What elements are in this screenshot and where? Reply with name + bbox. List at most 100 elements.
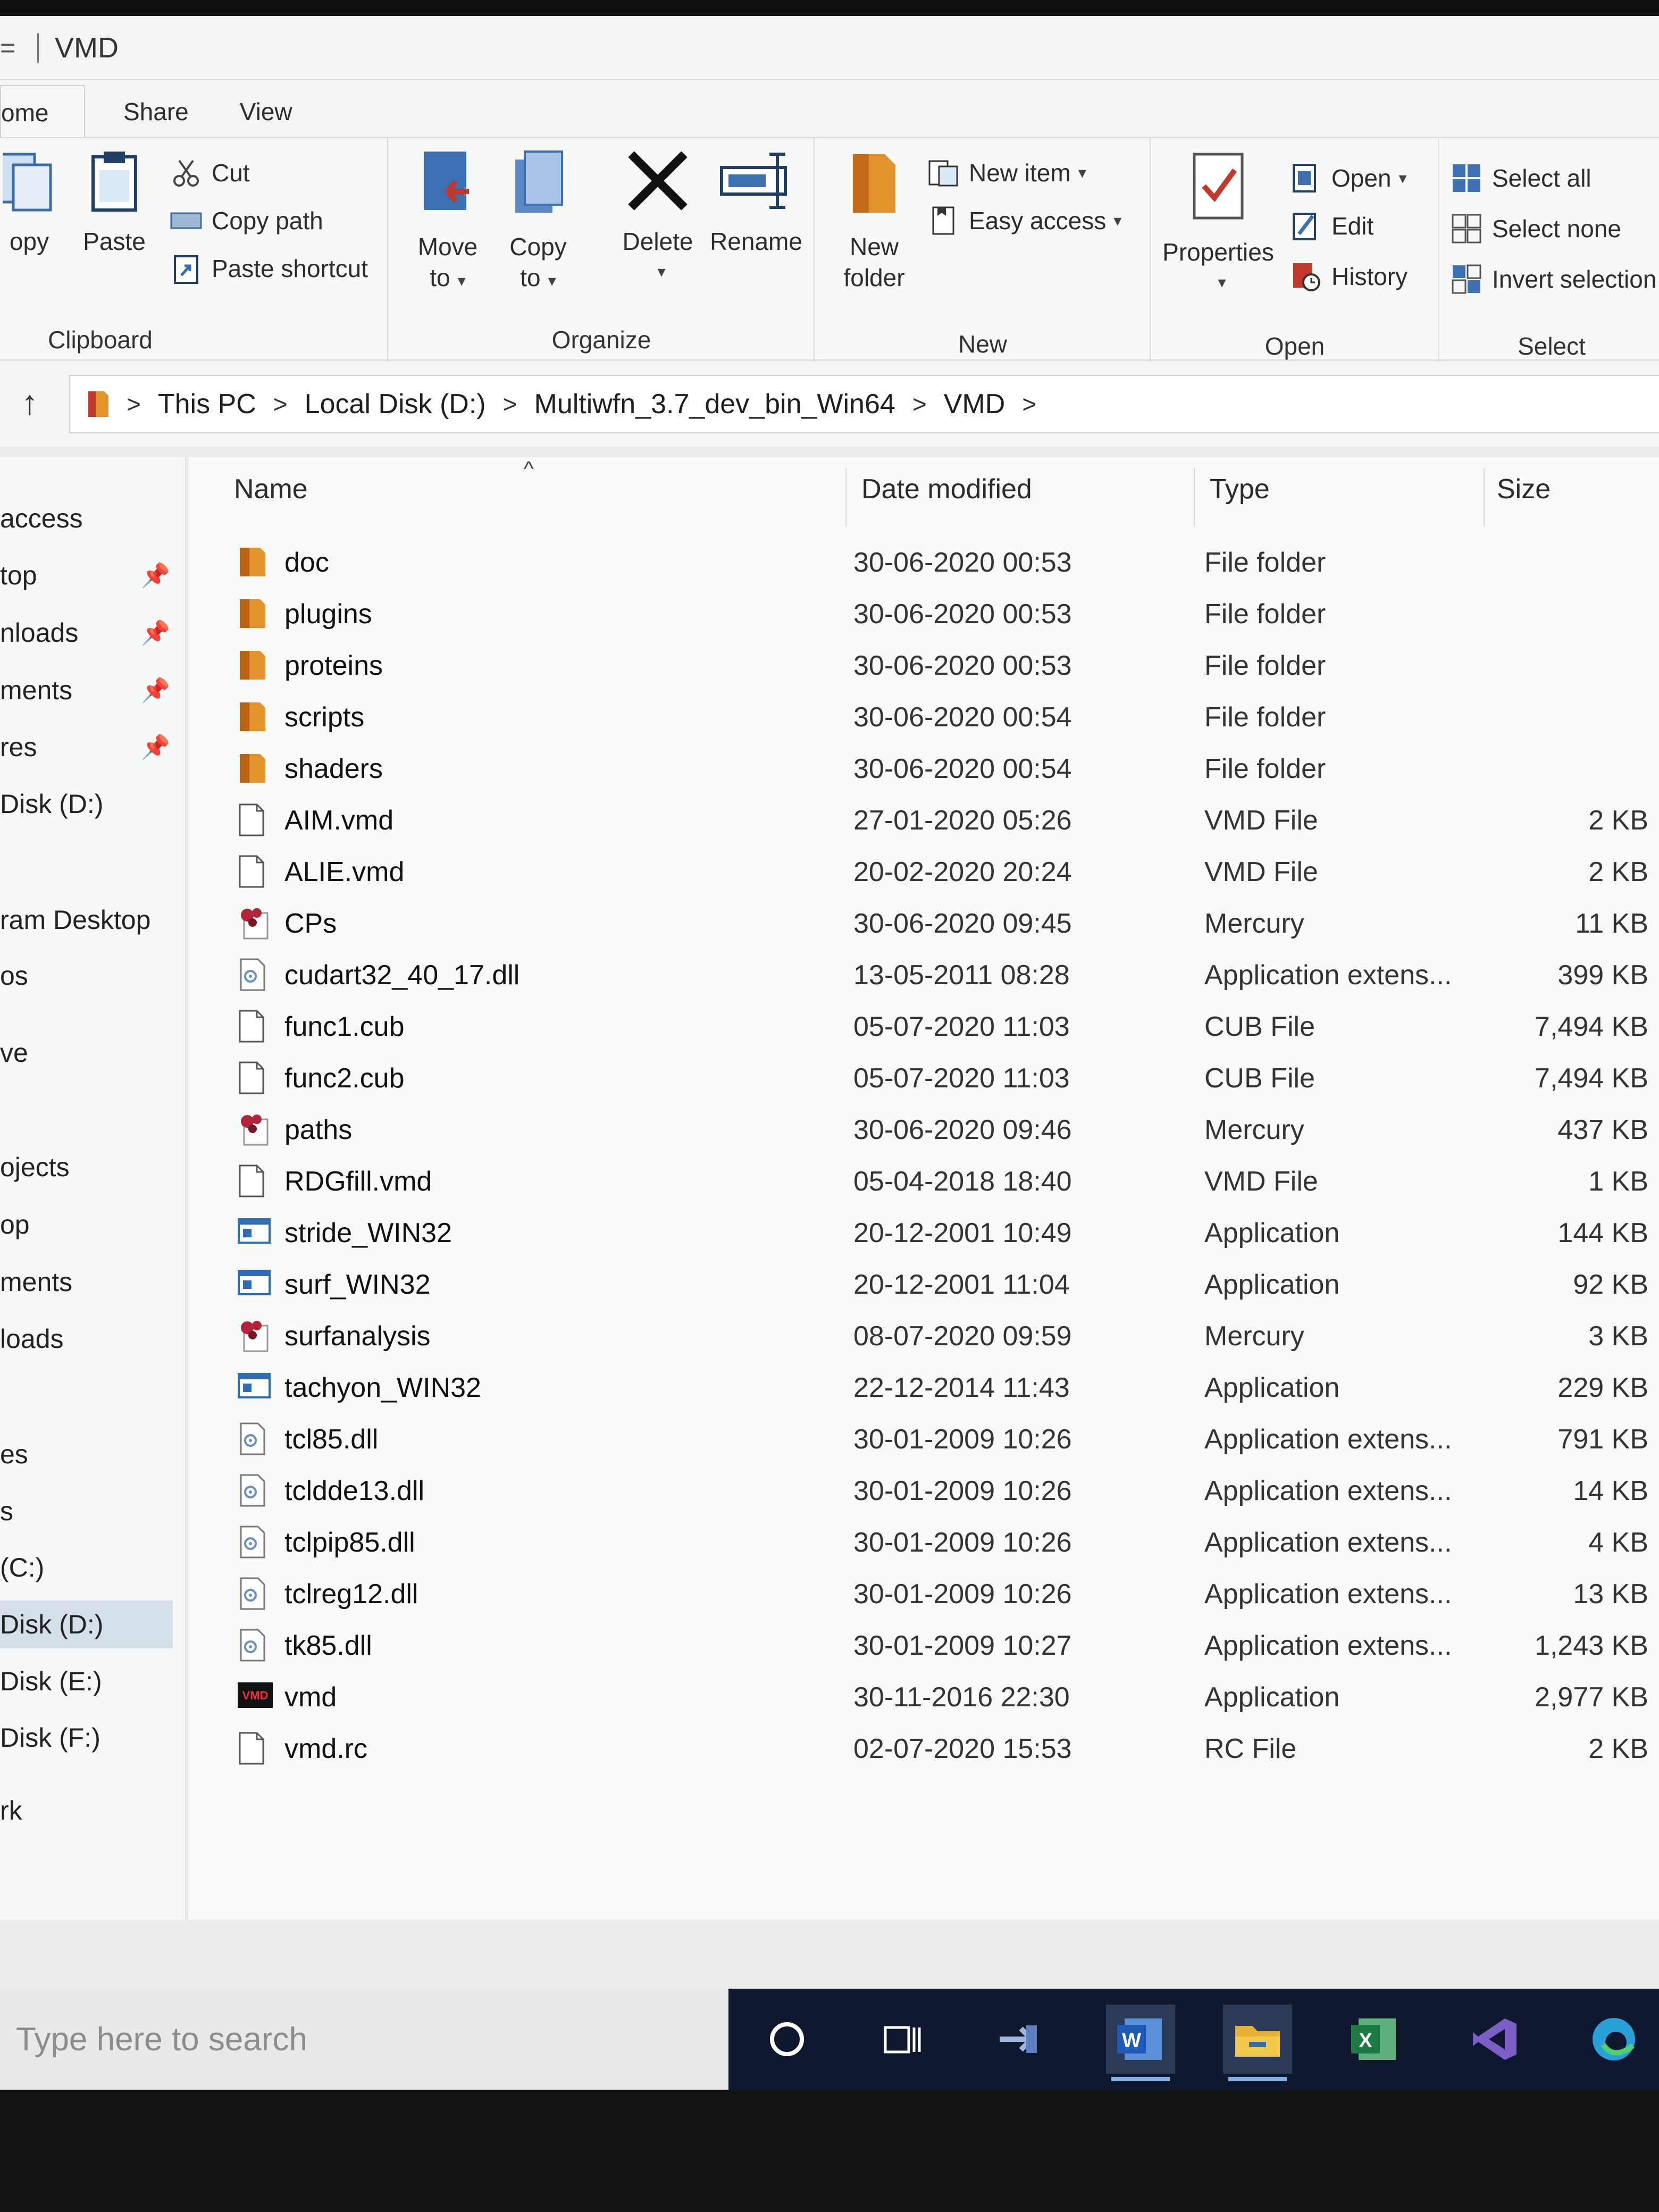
word-icon[interactable]: W xyxy=(1106,2005,1175,2081)
file-row[interactable]: paths 30-06-2020 09:46 Mercury 437 KB xyxy=(189,1104,1659,1156)
app-arrow-icon[interactable] xyxy=(986,2005,1055,2074)
column-header-size[interactable]: Size xyxy=(1497,473,1551,505)
select-all-button[interactable]: Select all xyxy=(1451,160,1591,197)
select-none-button[interactable]: Select none xyxy=(1451,210,1621,247)
file-row[interactable]: func1.cub 05-07-2020 11:03 CUB File 7,494 K… xyxy=(189,1001,1659,1053)
cortana-icon[interactable] xyxy=(752,2005,822,2074)
nav-item-desktop[interactable]: top 📌 xyxy=(0,551,186,599)
file-row[interactable]: VMD vmd 30-11-2016 22:30 Application 2,977 K… xyxy=(189,1672,1659,1723)
breadcrumb-chevron-icon[interactable]: > xyxy=(503,390,517,418)
file-row[interactable]: surf_WIN32 20-12-2001 11:04 Application 92 … xyxy=(189,1259,1659,1311)
breadcrumb-local-disk-d[interactable]: Local Disk (D:) xyxy=(305,388,486,420)
nav-item-disk-f[interactable]: Disk (F:) xyxy=(0,1714,186,1762)
move-to-button[interactable]: Move to ▾ xyxy=(410,149,485,297)
invert-selection-button[interactable]: Invert selection xyxy=(1451,261,1656,298)
nav-item-disk-e[interactable]: Disk (E:) xyxy=(0,1657,186,1705)
file-row[interactable]: shaders 30-06-2020 00:54 File folder xyxy=(189,743,1659,795)
task-view-icon[interactable] xyxy=(867,2005,936,2074)
nav-item-pictures-pc[interactable]: es xyxy=(0,1430,186,1478)
nav-item-documents-pc[interactable]: ments xyxy=(0,1258,186,1306)
file-row[interactable]: stride_WIN32 20-12-2001 10:49 Application 1… xyxy=(189,1208,1659,1259)
column-header-name[interactable]: Name xyxy=(234,473,308,505)
new-item-button[interactable]: New item ▾ xyxy=(927,154,1086,191)
file-row[interactable]: AIM.vmd 27-01-2020 05:26 VMD File 2 KB xyxy=(189,795,1659,847)
file-row[interactable]: surfanalysis 08-07-2020 09:59 Mercury 3 KB xyxy=(189,1311,1659,1362)
file-row[interactable]: tclreg12.dll 30-01-2009 10:26 Application … xyxy=(189,1569,1659,1620)
column-separator[interactable] xyxy=(845,468,847,526)
file-row[interactable]: tcl85.dll 30-01-2009 10:26 Application ext… xyxy=(189,1414,1659,1465)
file-row[interactable]: tk85.dll 30-01-2009 10:27 Application exte… xyxy=(189,1620,1659,1672)
nav-item-downloads-pc[interactable]: loads xyxy=(0,1315,186,1363)
nav-item-3d-objects[interactable]: ojects xyxy=(0,1143,186,1191)
file-row[interactable]: proteins 30-06-2020 00:53 File folder xyxy=(189,640,1659,692)
edit-button[interactable]: Edit xyxy=(1290,207,1373,245)
new-folder-button[interactable]: New folder xyxy=(826,149,922,293)
edge-icon[interactable] xyxy=(1579,2005,1648,2074)
breadcrumb-this-pc[interactable]: This PC xyxy=(158,388,256,420)
breadcrumb-vmd[interactable]: VMD xyxy=(944,388,1006,420)
excel-icon[interactable]: X xyxy=(1340,2005,1409,2074)
breadcrumb-multiwfn[interactable]: Multiwfn_3.7_dev_bin_Win64 xyxy=(534,388,895,420)
column-header-date-modified[interactable]: Date modified xyxy=(861,473,1032,505)
nav-item-quick-access[interactable]: access xyxy=(0,495,186,542)
file-explorer-icon[interactable] xyxy=(1223,2005,1292,2081)
file-row[interactable]: plugins 30-06-2020 00:53 File folder xyxy=(189,589,1659,640)
file-row[interactable]: doc 30-06-2020 00:53 File folder xyxy=(189,537,1659,589)
nav-item-videos-pc[interactable]: s xyxy=(0,1487,186,1535)
nav-item-desktop-pc[interactable]: op xyxy=(0,1201,186,1249)
column-separator[interactable] xyxy=(1484,468,1485,526)
breadcrumb-chevron-icon[interactable]: > xyxy=(127,390,141,418)
properties-caret-icon[interactable]: ▾ xyxy=(1164,267,1279,298)
visual-studio-icon[interactable] xyxy=(1460,2005,1529,2074)
tab-view[interactable]: View xyxy=(214,85,318,138)
tab-share[interactable]: Share xyxy=(85,85,214,138)
copy-button[interactable]: opy xyxy=(0,149,58,257)
file-row[interactable]: vmd.rc 02-07-2020 15:53 RC File 2 KB xyxy=(189,1723,1659,1775)
copy-to-button[interactable]: Copy to ▾ xyxy=(501,149,575,297)
properties-button[interactable]: Properties ▾ xyxy=(1157,149,1279,298)
delete-caret-icon[interactable]: ▾ xyxy=(620,257,703,288)
rename-button[interactable]: Rename xyxy=(708,149,804,257)
svg-text:X: X xyxy=(1359,2030,1372,2052)
file-row[interactable]: func2.cub 05-07-2020 11:03 CUB File 7,494 K… xyxy=(189,1053,1659,1104)
taskbar-search-box[interactable]: Type here to search xyxy=(0,1989,728,2090)
breadcrumb-chevron-icon[interactable]: > xyxy=(1022,390,1036,418)
file-row[interactable]: CPs 30-06-2020 09:45 Mercury 11 KB xyxy=(189,898,1659,950)
copy-path-button[interactable]: Copy path xyxy=(170,202,323,239)
paste-button[interactable]: Paste xyxy=(80,149,149,257)
nav-item-network[interactable]: rk xyxy=(0,1787,186,1834)
nav-item-disk-c[interactable]: (C:) xyxy=(0,1544,186,1591)
column-separator[interactable] xyxy=(1194,468,1195,526)
clipboard-group: opy Paste Cut Copy path Paste shortcut C… xyxy=(0,138,388,362)
taskbar: Type here to search W X xyxy=(0,1989,1659,2090)
quick-access-toolbar[interactable]: = xyxy=(0,32,32,63)
file-row[interactable]: tclpip85.dll 30-01-2009 10:26 Application … xyxy=(189,1517,1659,1569)
nav-item-disk-d[interactable]: Disk (D:) xyxy=(0,1601,173,1648)
history-button[interactable]: History xyxy=(1290,258,1407,295)
file-row[interactable]: cudart32_40_17.dll 13-05-2011 08:28 Applic… xyxy=(189,950,1659,1001)
file-row[interactable]: tachyon_WIN32 22-12-2014 11:43 Application… xyxy=(189,1362,1659,1414)
paste-shortcut-button[interactable]: Paste shortcut xyxy=(170,250,368,287)
nav-item-disk-d-pinned[interactable]: Disk (D:) xyxy=(0,780,186,828)
file-row[interactable]: scripts 30-06-2020 00:54 File folder xyxy=(189,692,1659,743)
tab-home[interactable]: ome xyxy=(0,85,85,138)
nav-item-downloads[interactable]: nloads 📌 xyxy=(0,609,186,657)
cut-button[interactable]: Cut xyxy=(170,154,250,191)
breadcrumb-chevron-icon[interactable]: > xyxy=(273,390,288,418)
nav-item-program-desktop[interactable]: ram Desktop xyxy=(0,896,186,944)
nav-item-os[interactable]: os xyxy=(0,952,186,1000)
breadcrumb-chevron-icon[interactable]: > xyxy=(912,390,927,418)
easy-access-button[interactable]: Easy access ▾ xyxy=(927,202,1121,239)
file-row[interactable]: ALIE.vmd 20-02-2020 20:24 VMD File 2 KB xyxy=(189,847,1659,898)
address-bar[interactable]: > This PC > Local Disk (D:) > Multiwfn_3… xyxy=(69,375,1659,433)
file-row[interactable]: tcldde13.dll 30-01-2009 10:26 Application … xyxy=(189,1465,1659,1517)
nav-item-onedrive[interactable]: ve xyxy=(0,1029,186,1077)
file-row[interactable]: RDGfill.vmd 05-04-2018 18:40 VMD File 1 KB xyxy=(189,1156,1659,1208)
delete-button[interactable]: Delete ▾ xyxy=(613,149,703,288)
up-arrow-icon[interactable]: ↑ xyxy=(21,383,38,422)
column-header-type[interactable]: Type xyxy=(1210,473,1270,505)
title-bar: = VMD xyxy=(0,16,1659,80)
nav-item-pictures[interactable]: res 📌 xyxy=(0,723,186,771)
nav-item-documents[interactable]: ments 📌 xyxy=(0,666,186,714)
open-button[interactable]: Open ▾ xyxy=(1290,160,1407,197)
